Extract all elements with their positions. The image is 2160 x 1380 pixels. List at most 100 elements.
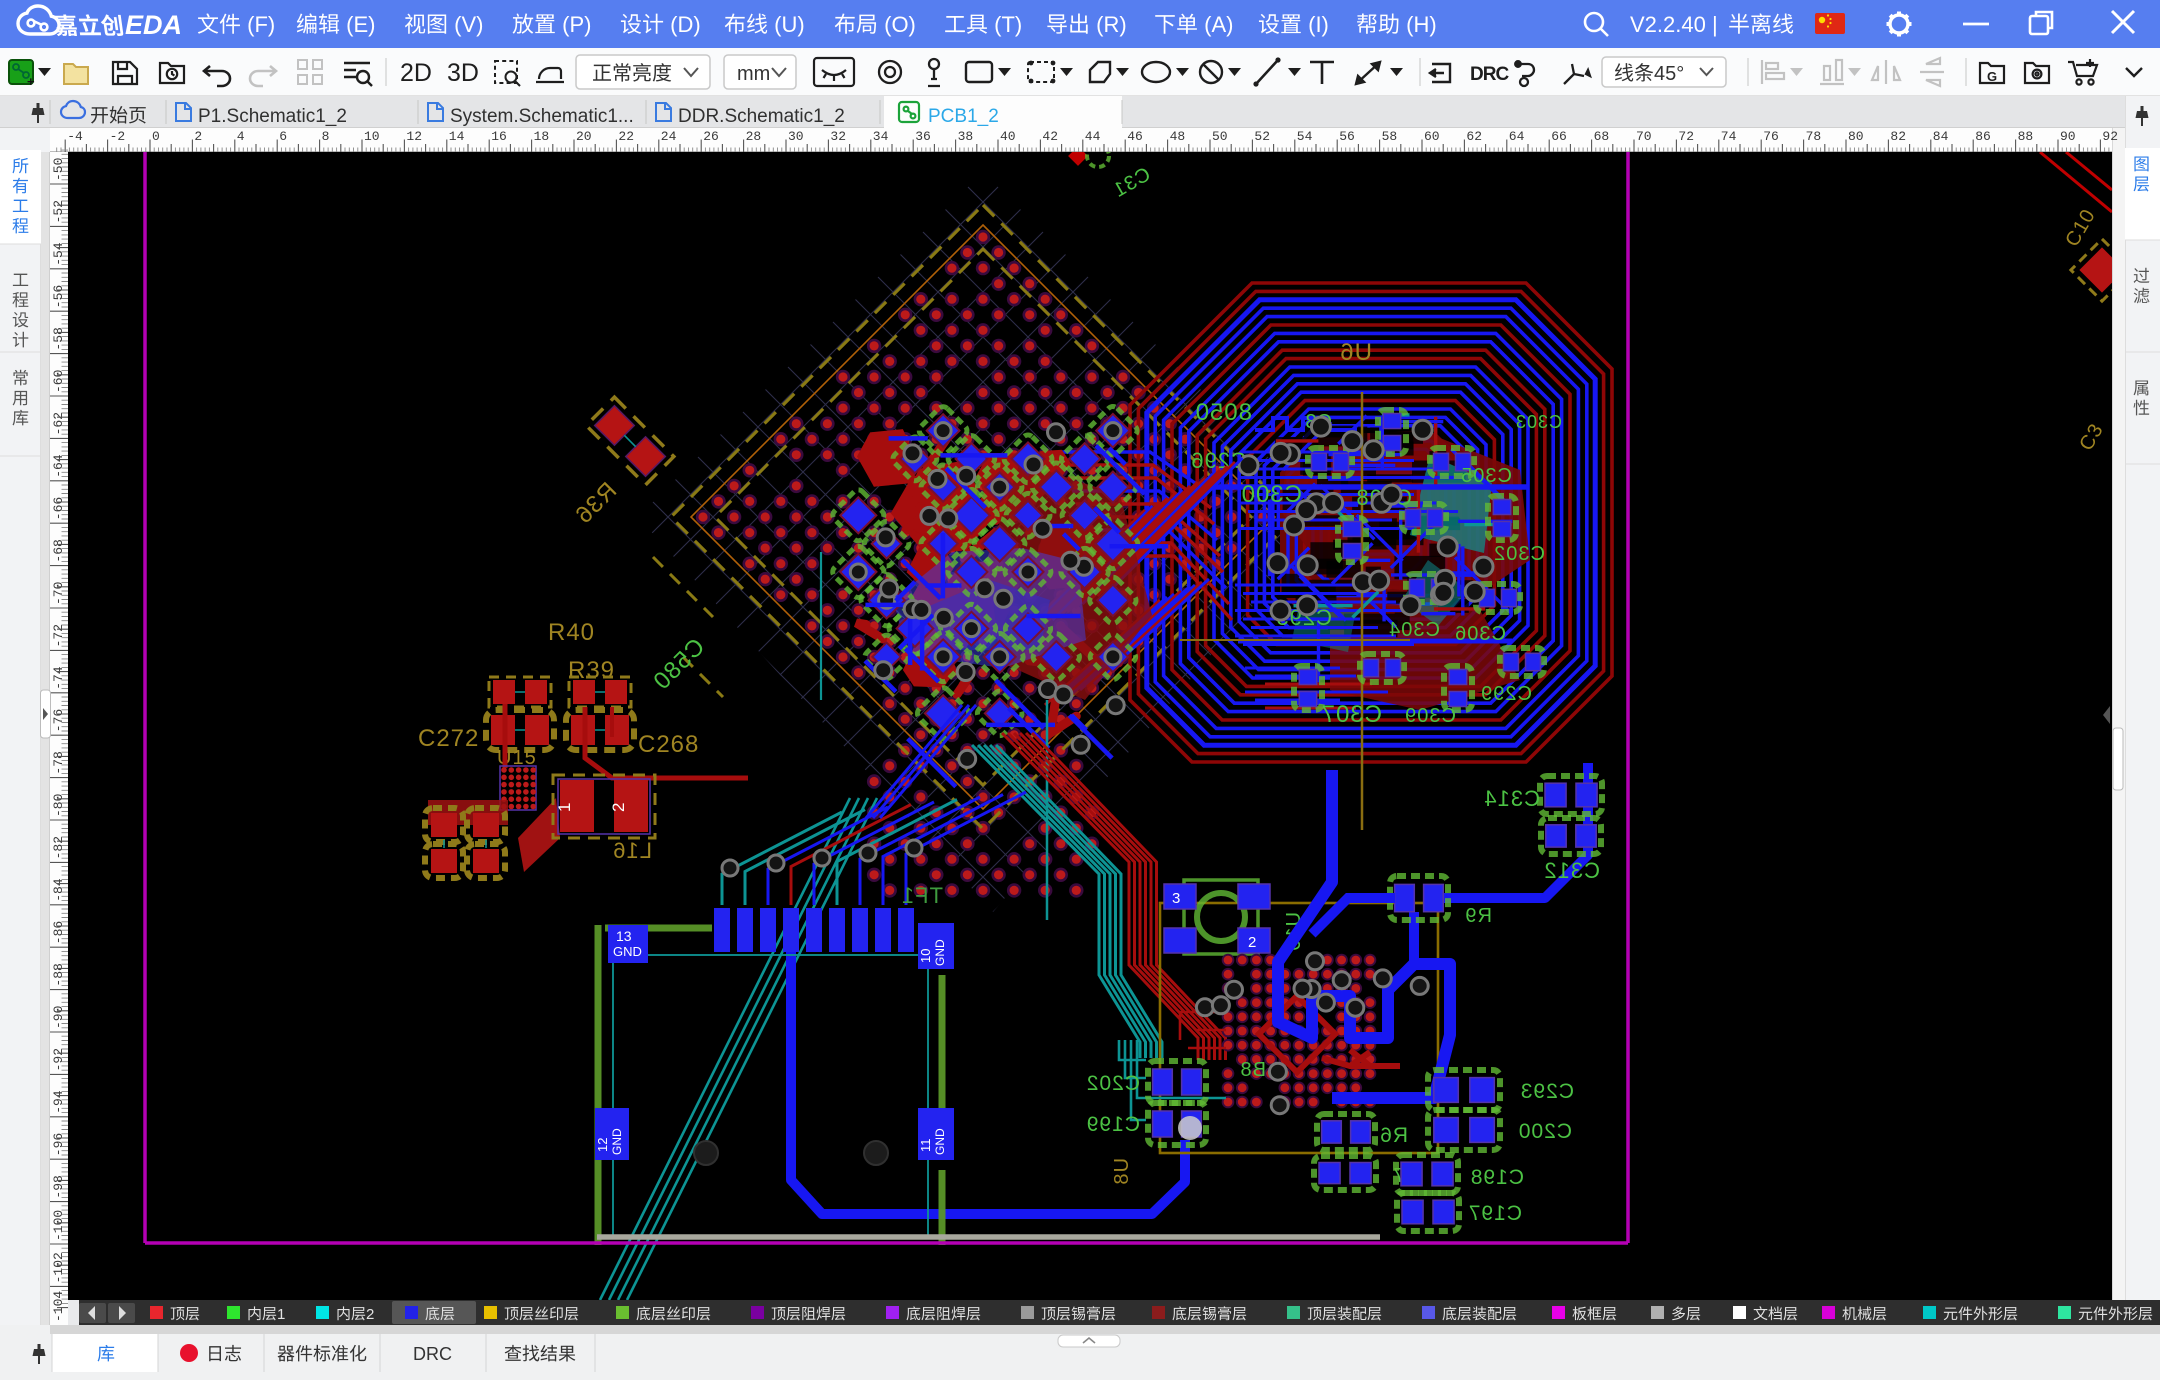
svg-text:-86: -86 [51,921,66,944]
svg-text:44: 44 [1085,129,1101,144]
svg-text:-78: -78 [51,751,66,774]
svg-text:34: 34 [873,129,889,144]
svg-text:(V): (V) [448,12,483,37]
svg-text:54: 54 [1297,129,1313,144]
svg-text:-90: -90 [51,1006,66,1029]
svg-text:1: 1 [277,1306,285,1323]
svg-text:(E): (E) [340,12,375,37]
svg-text:-76: -76 [51,709,66,732]
svg-text:3D: 3D [447,59,479,87]
svg-text:48: 48 [1170,129,1186,144]
svg-text:(I): (I) [1302,12,1329,37]
svg-text:40: 40 [1000,129,1016,144]
svg-text:mm: mm [737,63,770,85]
svg-text:10: 10 [364,129,380,144]
svg-text:66: 66 [1551,129,1567,144]
svg-text:76: 76 [1763,129,1779,144]
svg-text:90: 90 [2060,129,2076,144]
svg-text:EDA: EDA [125,10,182,40]
svg-text:4: 4 [237,129,245,144]
svg-text:(U): (U) [768,12,805,37]
svg-text:86: 86 [1975,129,1991,144]
svg-text:-62: -62 [51,412,66,435]
svg-text:-94: -94 [51,1090,66,1114]
svg-text:16: 16 [491,129,507,144]
svg-text:36: 36 [915,129,931,144]
svg-text:6: 6 [279,129,287,144]
svg-text:38: 38 [958,129,974,144]
svg-text:2D: 2D [400,59,432,87]
svg-text:12: 12 [406,129,422,144]
svg-text:-74: -74 [51,666,66,690]
svg-text:-56: -56 [51,285,66,308]
svg-text:P1.Schematic1_2: P1.Schematic1_2 [198,106,347,127]
svg-text:(D): (D) [664,12,701,37]
svg-text:74: 74 [1721,129,1737,144]
svg-text:DRC: DRC [413,1344,452,1364]
svg-text:68: 68 [1594,129,1610,144]
svg-text:60: 60 [1424,129,1440,144]
svg-text:-70: -70 [51,582,66,605]
svg-text:-84: -84 [51,878,66,902]
svg-text:PCB1_2: PCB1_2 [928,106,999,127]
svg-text:-92: -92 [51,1048,66,1071]
svg-text:(H): (H) [1400,12,1437,37]
svg-text:45°: 45° [1654,63,1684,85]
svg-text:56: 56 [1339,129,1355,144]
svg-text:(T): (T) [988,12,1022,37]
svg-text:70: 70 [1636,129,1652,144]
svg-text:-2: -2 [110,129,126,144]
svg-text:0: 0 [152,129,160,144]
svg-text:30: 30 [788,129,804,144]
svg-text:(F): (F) [241,12,275,37]
svg-text:-60: -60 [51,370,66,393]
svg-text:-66: -66 [51,497,66,520]
svg-text:+: + [27,74,35,89]
svg-text:(A): (A) [1198,12,1233,37]
svg-text:-58: -58 [51,327,66,350]
svg-text:(O): (O) [878,12,916,37]
svg-text:84: 84 [1933,129,1949,144]
svg-text:62: 62 [1466,129,1482,144]
svg-text:78: 78 [1806,129,1822,144]
svg-text:-68: -68 [51,539,66,562]
svg-text:G: G [1987,69,1997,84]
svg-text:DRC: DRC [1470,64,1509,85]
svg-text:8: 8 [322,129,330,144]
svg-text:20: 20 [576,129,592,144]
svg-text:58: 58 [1382,129,1398,144]
svg-text:50: 50 [1212,129,1228,144]
svg-text:28: 28 [746,129,762,144]
svg-text:88: 88 [2018,129,2034,144]
svg-text:52: 52 [1254,129,1270,144]
svg-text:24: 24 [661,129,677,144]
svg-text:-82: -82 [51,836,66,859]
svg-text:-54: -54 [51,242,66,266]
svg-text:DDR.Schematic1_2: DDR.Schematic1_2 [678,106,845,127]
svg-text:V2.2.40 |: V2.2.40 | [1630,12,1718,37]
svg-text:(R): (R) [1090,12,1127,37]
svg-text:(P): (P) [556,12,591,37]
svg-text:2: 2 [194,129,202,144]
svg-text:22: 22 [618,129,634,144]
svg-text:-50: -50 [51,158,66,181]
svg-text:-98: -98 [51,1175,66,1198]
svg-text:-64: -64 [51,454,66,478]
svg-text:72: 72 [1678,129,1694,144]
svg-text:80: 80 [1848,129,1864,144]
svg-text:-80: -80 [51,794,66,817]
svg-text:42: 42 [1042,129,1058,144]
svg-text:32: 32 [830,129,846,144]
svg-text:-72: -72 [51,624,66,647]
svg-text:64: 64 [1509,129,1525,144]
svg-text:System.Schematic1...: System.Schematic1... [450,106,634,127]
svg-text:2: 2 [366,1306,374,1323]
svg-text:46: 46 [1127,129,1143,144]
svg-text:-88: -88 [51,963,66,986]
svg-text:-52: -52 [51,200,66,223]
svg-text:-4: -4 [67,129,83,144]
svg-text:-96: -96 [51,1133,66,1156]
svg-text:82: 82 [1890,129,1906,144]
svg-text:92: 92 [2102,129,2118,144]
svg-text:14: 14 [449,129,465,144]
